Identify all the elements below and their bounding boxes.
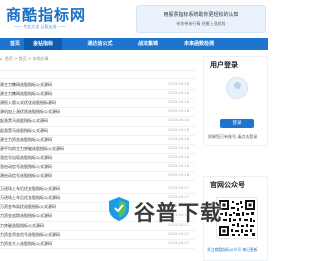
article-title-link[interactable]: 力资金大入选股指标公式源码: [0, 241, 52, 247]
login-panel: 用户登录 登录 如果您已有账号,请点击登录: [203, 56, 268, 146]
avatar: [226, 77, 248, 99]
shield-logo-icon: [109, 197, 129, 221]
qr-caption: 关注商酷指标公众号 每日更新: [207, 247, 258, 252]
site-header: 商酷指标网 —— 专业大全 让股友选 —— 用股票指标系统助你更轻松的认知 给你…: [0, 0, 268, 38]
article-title-link[interactable]: 万进场上车后优支股指标公式源码: [0, 186, 60, 192]
home-icon: ⌂: [0, 56, 3, 61]
article-date: 2023-03-17: [168, 186, 189, 191]
list-item[interactable]: 源启动信号选股指标公式源码 2023-03-18: [0, 172, 195, 180]
qr-title: 官网公众号: [210, 181, 245, 189]
breadcrumb-section[interactable]: 首页: [19, 56, 27, 62]
list-item[interactable]: 起涨黑马选股指标公式源码 2023-03-18: [0, 117, 195, 125]
article-date: 2023-03-18: [168, 163, 189, 168]
article-title-link[interactable]: 源主力资金选股指标公式源码: [0, 137, 52, 143]
article-title-link[interactable]: 源启动信号选股指标公式源码: [0, 173, 52, 179]
nav-item-future-function[interactable]: 未来函数检测: [174, 38, 224, 50]
article-title-link[interactable]: 力资金资金信号选股指标公式源码: [0, 232, 60, 238]
article-date: 2023-03-18: [168, 145, 189, 150]
logo-slogan: —— 专业大全 让股友选 ——: [14, 24, 66, 29]
qr-code-image: [216, 197, 258, 239]
header-banner[interactable]: 用股票指标系统助你更轻松的认知 给你带来行情 把握上涨趋势: [136, 5, 266, 33]
article-date: 2023-03-18: [168, 136, 189, 141]
site-logo[interactable]: 商酷指标网 —— 专业大全 让股友选 ——: [0, 2, 85, 32]
article-title-link[interactable]: 涨信号出现选股指标公式源码: [0, 155, 52, 161]
article-date: 2023-03-18: [168, 127, 189, 132]
list-item[interactable]: 涨启动信号选股指标公式源码 2023-03-18: [0, 163, 195, 171]
article-title-link[interactable]: 力突破选股指标公式源码: [0, 223, 44, 229]
article-title-link[interactable]: 力资金追踪选股指标公式源码: [0, 213, 52, 219]
nav-item-tdx-formula[interactable]: 通达信公式: [80, 38, 120, 50]
banner-headline: 用股票指标系统助你更轻松的认知: [163, 12, 239, 18]
list-item[interactable]: 源主力资金选股指标公式源码 2023-03-18: [0, 136, 195, 144]
login-title: 用户登录: [210, 61, 238, 69]
list-item[interactable]: 起涨黑马选股指标公式源码 2023-03-18: [0, 127, 195, 135]
watermark-text: 谷普下载: [134, 201, 222, 225]
article-date: 2023-03-18: [168, 154, 189, 159]
article-date: 2023-03-18: [168, 109, 189, 114]
article-date: 2023-03-18: [168, 118, 189, 123]
banner-subline: 给你带来行情 把握上涨趋势: [176, 21, 226, 26]
breadcrumb-separator: >: [14, 56, 18, 61]
article-title-link[interactable]: 涨启动信号选股指标公式源码: [0, 164, 52, 170]
article-title-link[interactable]: 起涨黑马选股指标公式源码: [0, 118, 48, 124]
nav-item-gold-indicators[interactable]: 金钻指标: [24, 38, 62, 50]
nav-item-strategies[interactable]: 战法集锦: [128, 38, 168, 50]
article-title-link[interactable]: 万进场上车后优支股指标公式源码: [0, 195, 60, 201]
list-item[interactable]: 力资金大入选股指标公式源码 2023-03-17: [0, 240, 195, 248]
list-item[interactable]: 源机加上漲优质选股指标公式源码 2023-03-18: [0, 108, 195, 116]
qr-code-icon: [217, 198, 257, 238]
watermark: 谷普下载: [108, 194, 221, 225]
article-title-link[interactable]: 源主力撒网选股指标公式源码: [0, 91, 52, 97]
article-date: 2023-03-18: [168, 173, 189, 177]
list-item[interactable]: 涨信号出现选股指标公式源码 2023-03-18: [0, 154, 195, 162]
article-title-link[interactable]: 源平均的主力突破选股指标公式源码: [0, 146, 64, 152]
list-item[interactable]: 万进场上车后优支股指标公式源码 2023-03-17: [0, 185, 195, 193]
list-item[interactable]: 源主力撒网选股指标公式源码 2023-03-18: [0, 90, 195, 98]
article-title-link[interactable]: 源主力撒网选股指标公式源码: [0, 82, 52, 88]
breadcrumb-home[interactable]: 首页: [5, 56, 13, 62]
row-divider: [0, 180, 195, 182]
article-date: 2023-03-18: [168, 91, 189, 96]
breadcrumb-separator: >: [28, 56, 32, 61]
article-date: 2023-03-17: [168, 240, 189, 245]
article-title-link[interactable]: 万资金布局优选股指标公式源码: [0, 204, 56, 210]
breadcrumb-current: 本地文章: [32, 56, 49, 61]
article-title-link[interactable]: 源机加上漲优质选股指标公式源码: [0, 109, 60, 115]
article-title-link[interactable]: 起涨黑马选股指标公式源码: [0, 128, 48, 134]
article-title-link[interactable]: 源投入版公式优化选股指标源码: [0, 100, 56, 106]
login-button[interactable]: 登录: [220, 119, 254, 128]
list-item[interactable]: 力资金资金信号选股指标公式源码 2023-03-17: [0, 231, 195, 239]
login-tip: 如果您已有账号,请点击登录: [208, 134, 258, 139]
breadcrumb: ⌂ 首页 > 首页 > 本地文章: [0, 56, 200, 66]
main-nav: 首页 金钻指标 通达信公式 战法集锦 未来函数检测: [0, 38, 268, 50]
article-list: 源主力撒网选股指标公式源码 2023-03-18 源主力撒网选股指标公式源码 2023…: [0, 70, 195, 261]
row-divider: [0, 247, 195, 249]
logo-title: 商酷指标网: [6, 6, 87, 24]
list-header: [0, 71, 195, 79]
list-item[interactable]: 源平均的主力突破选股指标公式源码 2023-03-18: [0, 145, 195, 153]
article-date: 2023-03-18: [168, 82, 189, 86]
article-date: 2023-03-17: [168, 231, 189, 236]
list-item[interactable]: 源主力撒网选股指标公式源码 2023-03-18: [0, 81, 195, 89]
list-item[interactable]: 源投入版公式优化选股指标源码 2023-03-18: [0, 99, 195, 107]
article-date: 2023-03-18: [168, 100, 189, 105]
